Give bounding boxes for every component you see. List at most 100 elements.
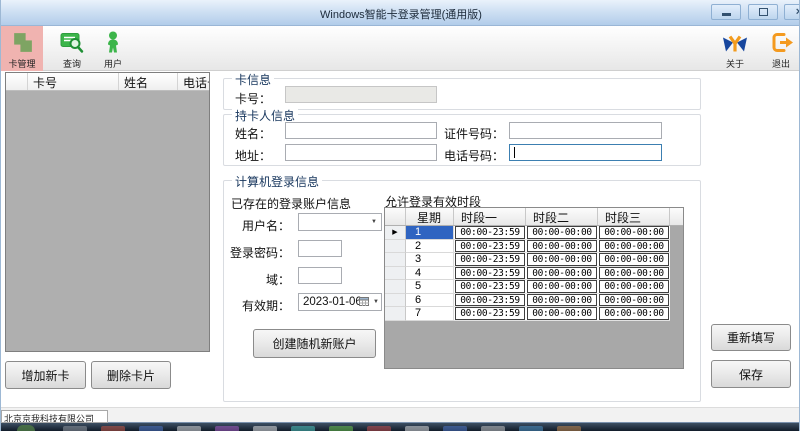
domain-input[interactable] — [298, 267, 342, 284]
taskbar-icon[interactable] — [63, 426, 87, 431]
schedule-period-cell[interactable]: 00:00-23:59 — [454, 267, 526, 281]
create-random-account-button[interactable]: 创建随机新账户 — [253, 329, 376, 358]
toolbar-user-button[interactable]: 用户 — [94, 26, 132, 71]
schedule-row[interactable]: 400:00-23:5900:00-00:0000:00-00:00 — [385, 267, 683, 281]
schedule-period-value: 00:00-00:00 — [599, 226, 669, 239]
schedule-period-cell[interactable]: 00:00-00:00 — [598, 280, 670, 294]
schedule-period-value: 00:00-00:00 — [527, 267, 597, 280]
toolbar-about-button[interactable]: 关于 — [713, 26, 757, 71]
schedule-day-cell[interactable]: 5 — [406, 280, 454, 294]
minimize-button[interactable] — [711, 4, 741, 20]
taskbar-icon[interactable] — [367, 426, 391, 431]
toolbar-card-management-button[interactable]: 卡管理 — [1, 26, 43, 71]
name-label: 姓名： — [235, 125, 271, 142]
schedule-col-period1[interactable]: 时段一 — [454, 208, 526, 225]
schedule-period-cell[interactable]: 00:00-00:00 — [526, 240, 598, 254]
schedule-day-cell[interactable]: 3 — [406, 253, 454, 267]
schedule-period-cell[interactable]: 00:00-23:59 — [454, 307, 526, 321]
card-list-header-gutter[interactable] — [6, 73, 28, 90]
delete-card-button[interactable]: 删除卡片 — [91, 361, 171, 389]
taskbar-icon[interactable] — [139, 426, 163, 431]
phone-input[interactable] — [509, 144, 662, 161]
taskbar-icon[interactable] — [215, 426, 239, 431]
schedule-body: ▶100:00-23:5900:00-00:0000:00-00:00200:0… — [385, 226, 683, 321]
card-list-header-cardno[interactable]: 卡号 — [28, 73, 119, 90]
schedule-period-cell[interactable]: 00:00-23:59 — [454, 253, 526, 267]
text-caret — [514, 147, 515, 158]
schedule-period-cell[interactable]: 00:00-00:00 — [526, 280, 598, 294]
schedule-period-value: 00:00-23:59 — [455, 280, 525, 293]
schedule-period-value: 00:00-00:00 — [527, 307, 597, 320]
query-icon — [59, 30, 85, 57]
schedule-period-cell[interactable]: 00:00-00:00 — [598, 240, 670, 254]
taskbar-icon[interactable] — [101, 426, 125, 431]
schedule-period-cell[interactable]: 00:00-00:00 — [526, 253, 598, 267]
schedule-col-period3[interactable]: 时段三 — [598, 208, 670, 225]
taskbar-icon[interactable] — [291, 426, 315, 431]
schedule-period-cell[interactable]: 00:00-23:59 — [454, 280, 526, 294]
taskbar-icon[interactable] — [253, 426, 277, 431]
schedule-row[interactable]: 300:00-23:5900:00-00:0000:00-00:00 — [385, 253, 683, 267]
chevron-down-icon: ▼ — [373, 299, 379, 305]
schedule-row[interactable]: 600:00-23:5900:00-00:0000:00-00:00 — [385, 294, 683, 308]
start-button[interactable] — [17, 425, 35, 431]
schedule-day-cell[interactable]: 7 — [406, 307, 454, 321]
password-input[interactable] — [298, 240, 342, 257]
schedule-period-cell[interactable]: 00:00-23:59 — [454, 294, 526, 308]
title-bar[interactable]: Windows智能卡登录管理(通用版) × — [1, 0, 800, 26]
expiry-date-picker[interactable]: 2023-01-06 ▼ — [298, 293, 382, 311]
schedule-day-cell[interactable]: 6 — [406, 294, 454, 308]
taskbar[interactable] — [1, 423, 800, 431]
card-list-header-name[interactable]: 姓名 — [119, 73, 178, 90]
card-list-header: 卡号 姓名 电话号码 — [6, 73, 209, 91]
toolbar-exit-label: 退出 — [772, 57, 790, 70]
id-number-input[interactable] — [509, 122, 662, 139]
schedule-period-cell[interactable]: 00:00-00:00 — [526, 267, 598, 281]
schedule-period-cell[interactable]: 00:00-23:59 — [454, 240, 526, 254]
card-list-header-phone[interactable]: 电话号码 — [178, 73, 209, 90]
add-card-button[interactable]: 增加新卡 — [5, 361, 86, 389]
address-label: 地址： — [235, 147, 271, 164]
schedule-period-cell[interactable]: 00:00-00:00 — [598, 267, 670, 281]
schedule-period-cell[interactable]: 00:00-00:00 — [598, 294, 670, 308]
card-list-body[interactable] — [6, 91, 209, 351]
row-marker-icon: ▶ — [385, 226, 406, 240]
taskbar-icon[interactable] — [481, 426, 505, 431]
schedule-day-cell[interactable]: 1 — [406, 226, 454, 240]
close-button[interactable]: × — [784, 4, 800, 20]
schedule-period-cell[interactable]: 00:00-00:00 — [526, 294, 598, 308]
schedule-row[interactable]: 700:00-23:5900:00-00:0000:00-00:00 — [385, 307, 683, 321]
username-combobox[interactable]: ▼ — [298, 213, 382, 231]
schedule-period-cell[interactable]: 00:00-00:00 — [526, 226, 598, 240]
taskbar-icon[interactable] — [177, 426, 201, 431]
schedule-row[interactable]: ▶100:00-23:5900:00-00:0000:00-00:00 — [385, 226, 683, 240]
schedule-period-value: 00:00-00:00 — [599, 307, 669, 320]
schedule-day-cell[interactable]: 2 — [406, 240, 454, 254]
schedule-period-cell[interactable]: 00:00-00:00 — [598, 253, 670, 267]
schedule-period-cell[interactable]: 00:00-23:59 — [454, 226, 526, 240]
schedule-period-cell[interactable]: 00:00-00:00 — [598, 307, 670, 321]
taskbar-icon[interactable] — [557, 426, 581, 431]
address-input[interactable] — [285, 144, 437, 161]
maximize-button[interactable] — [748, 4, 778, 20]
taskbar-icon[interactable] — [443, 426, 467, 431]
toolbar-query-button[interactable]: 查询 — [51, 26, 93, 71]
schedule-period-value: 00:00-23:59 — [455, 294, 525, 307]
name-input[interactable] — [285, 122, 437, 139]
schedule-period-cell[interactable]: 00:00-00:00 — [526, 307, 598, 321]
minimize-icon — [722, 13, 731, 16]
schedule-col-period2[interactable]: 时段二 — [526, 208, 598, 225]
id-number-label: 证件号码： — [444, 125, 504, 142]
taskbar-icon[interactable] — [519, 426, 543, 431]
taskbar-icon[interactable] — [405, 426, 429, 431]
refill-button[interactable]: 重新填写 — [711, 324, 791, 351]
schedule-row[interactable]: 200:00-23:5900:00-00:0000:00-00:00 — [385, 240, 683, 254]
toolbar: 卡管理 查询 用户 — [1, 26, 800, 71]
save-button[interactable]: 保存 — [711, 360, 791, 388]
schedule-col-weekday[interactable]: 星期 — [406, 208, 454, 225]
taskbar-icon[interactable] — [329, 426, 353, 431]
schedule-row[interactable]: 500:00-23:5900:00-00:0000:00-00:00 — [385, 280, 683, 294]
schedule-period-cell[interactable]: 00:00-00:00 — [598, 226, 670, 240]
toolbar-exit-button[interactable]: 退出 — [761, 26, 800, 71]
schedule-day-cell[interactable]: 4 — [406, 267, 454, 281]
